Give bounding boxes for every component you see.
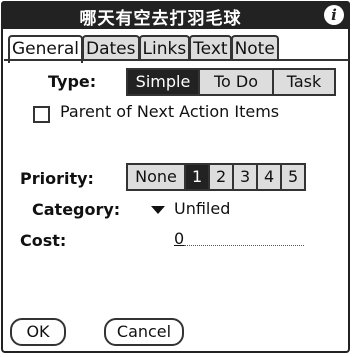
type-option-todo[interactable]: To Do xyxy=(198,68,274,96)
tab-links[interactable]: Links xyxy=(138,35,191,61)
type-selector: Simple To Do Task xyxy=(126,68,336,96)
type-option-simple[interactable]: Simple xyxy=(126,68,200,96)
parent-checkbox-label: Parent of Next Action Items xyxy=(60,102,280,121)
type-option-task[interactable]: Task xyxy=(272,68,336,96)
priority-option-5[interactable]: 5 xyxy=(280,163,306,191)
priority-option-3[interactable]: 3 xyxy=(232,163,258,191)
priority-option-4[interactable]: 4 xyxy=(256,163,282,191)
tab-bar: General Dates Links Text Note xyxy=(8,35,279,63)
category-label: Category: xyxy=(32,200,121,219)
info-icon[interactable]: i xyxy=(324,5,344,25)
tab-dates[interactable]: Dates xyxy=(82,35,140,61)
cost-field-underline xyxy=(184,245,304,246)
priority-label: Priority: xyxy=(20,169,94,188)
cancel-button[interactable]: Cancel xyxy=(104,318,184,346)
priority-option-2[interactable]: 2 xyxy=(208,163,234,191)
cost-field[interactable]: 0 xyxy=(174,229,184,248)
tab-text[interactable]: Text xyxy=(189,35,232,61)
priority-selector: None 1 2 3 4 5 xyxy=(126,163,306,191)
chevron-down-icon[interactable] xyxy=(151,206,165,214)
priority-option-none[interactable]: None xyxy=(126,163,186,191)
tab-note[interactable]: Note xyxy=(230,35,279,61)
cost-label: Cost: xyxy=(20,231,67,250)
parent-checkbox[interactable] xyxy=(33,106,50,123)
type-label: Type: xyxy=(48,72,97,91)
priority-option-1[interactable]: 1 xyxy=(184,163,210,191)
window-title: 哪天有空去打羽毛球 xyxy=(79,9,242,29)
title-bar: 哪天有空去打羽毛球 i xyxy=(1,1,350,29)
category-value[interactable]: Unfiled xyxy=(174,199,230,218)
tab-divider xyxy=(4,59,349,61)
ok-button[interactable]: OK xyxy=(10,318,66,346)
